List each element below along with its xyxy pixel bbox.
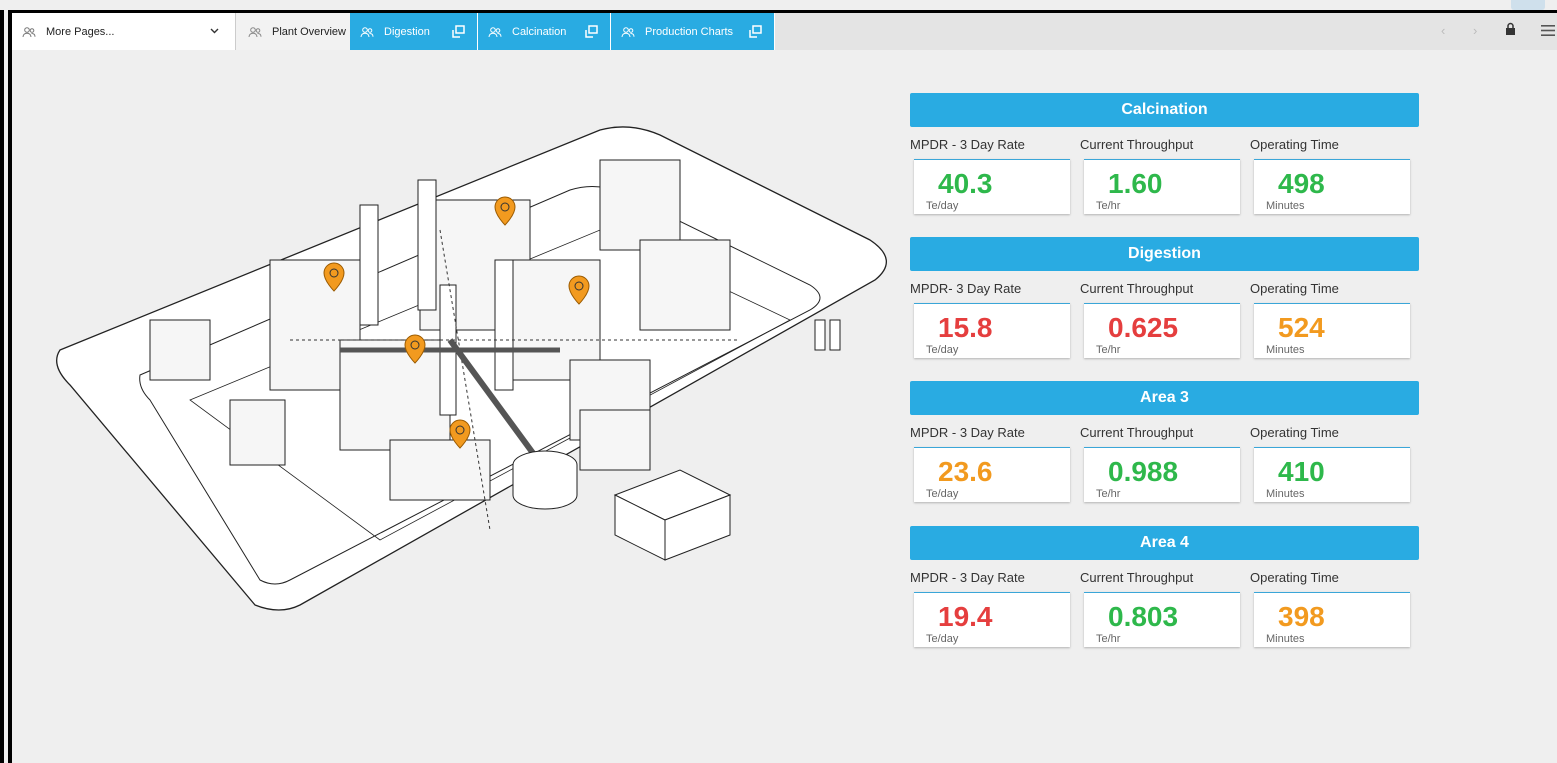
kpi-card: 410 Minutes: [1254, 447, 1410, 502]
kpi-value: 40.3: [938, 168, 993, 199]
kpi-unit: Te/day: [926, 633, 959, 645]
tab-plant-overview-label: Plant Overview: [272, 25, 346, 38]
popout-icon[interactable]: [585, 25, 598, 41]
tab-bar: More Pages... Plant Overview Digestion C…: [12, 13, 1557, 50]
kpi-current-throughput: Current Throughput 0.803 Te/hr: [1080, 560, 1242, 647]
kpi-unit: Minutes: [1266, 488, 1305, 500]
lock-icon[interactable]: [1505, 22, 1516, 39]
kpi-mpdr-rate: MPDR - 3 Day Rate 19.4 Te/day: [910, 560, 1072, 647]
panel-area-3: Area 3 MPDR - 3 Day Rate 23.6 Te/day Cur…: [910, 381, 1419, 525]
kpi-value: 410: [1278, 456, 1325, 487]
plant-overview-diagram: [56, 126, 887, 611]
kpi-card: 0.988 Te/hr: [1084, 447, 1240, 502]
kpi-value: 0.803: [1108, 601, 1179, 632]
kpi-unit: Minutes: [1266, 344, 1305, 356]
hamburger-menu-icon[interactable]: [1541, 24, 1555, 39]
kpi-label: MPDR- 3 Day Rate: [910, 281, 1022, 296]
kpi-card: 0.803 Te/hr: [1084, 592, 1240, 647]
users-icon: [621, 26, 635, 38]
kpi-mpdr-rate: MPDR - 3 Day Rate 23.6 Te/day: [910, 415, 1072, 502]
kpi-label: Operating Time: [1250, 425, 1339, 440]
kpi-operating-time: Operating Time 410 Minutes: [1250, 415, 1412, 502]
kpi-unit: Te/day: [926, 488, 959, 500]
tab-nav-controls: ‹ ›: [1437, 13, 1557, 50]
kpi-label: Operating Time: [1250, 570, 1339, 585]
kpi-label: MPDR - 3 Day Rate: [910, 137, 1025, 152]
kpi-value: 0.988: [1108, 456, 1179, 487]
kpi-label: MPDR - 3 Day Rate: [910, 425, 1025, 440]
kpi-label: Current Throughput: [1080, 281, 1194, 296]
panel-calcination: Calcination MPDR - 3 Day Rate 40.3 Te/da…: [910, 93, 1419, 237]
kpi-card: 23.6 Te/day: [914, 447, 1070, 502]
kpi-operating-time: Operating Time 498 Minutes: [1250, 127, 1412, 214]
kpi-card: 0.625 Te/hr: [1084, 303, 1240, 358]
kpi-card: 19.4 Te/day: [914, 592, 1070, 647]
kpi-current-throughput: Current Throughput 0.625 Te/hr: [1080, 271, 1242, 358]
panel-title: Digestion: [910, 237, 1419, 271]
kpi-card: 398 Minutes: [1254, 592, 1410, 647]
kpi-card: 1.60 Te/hr: [1084, 159, 1240, 214]
tab-production-charts[interactable]: Production Charts: [611, 13, 775, 50]
kpi-unit: Te/hr: [1096, 200, 1121, 212]
kpi-mpdr-rate: MPDR - 3 Day Rate 40.3 Te/day: [910, 127, 1072, 214]
scroll-left-arrow[interactable]: ‹: [1441, 23, 1445, 38]
tab-plant-overview[interactable]: Plant Overview: [236, 13, 350, 50]
more-pages-label: More Pages...: [46, 25, 115, 38]
kpi-current-throughput: Current Throughput 1.60 Te/hr: [1080, 127, 1242, 214]
kpi-value: 0.625: [1108, 312, 1179, 343]
kpi-card: 524 Minutes: [1254, 303, 1410, 358]
kpi-unit: Minutes: [1266, 633, 1305, 645]
kpi-unit: Te/hr: [1096, 344, 1121, 356]
more-pages-dropdown[interactable]: More Pages...: [12, 13, 236, 50]
kpi-operating-time: Operating Time 524 Minutes: [1250, 271, 1412, 358]
tab-calcination[interactable]: Calcination: [478, 13, 611, 50]
users-icon: [360, 26, 374, 38]
kpi-value: 498: [1278, 168, 1325, 199]
kpi-unit: Te/hr: [1096, 633, 1121, 645]
kpi-current-throughput: Current Throughput 0.988 Te/hr: [1080, 415, 1242, 502]
tab-production-charts-label: Production Charts: [645, 25, 734, 38]
chevron-down-icon: [210, 25, 219, 37]
users-icon: [22, 26, 36, 38]
kpi-card: 40.3 Te/day: [914, 159, 1070, 214]
tab-calcination-label: Calcination: [512, 25, 567, 38]
kpi-unit: Minutes: [1266, 200, 1305, 212]
kpi-mpdr-rate: MPDR- 3 Day Rate 15.8 Te/day: [910, 271, 1072, 358]
frame-left-border: [0, 10, 12, 763]
kpi-value: 524: [1278, 312, 1325, 343]
kpi-label: MPDR - 3 Day Rate: [910, 570, 1025, 585]
kpi-label: Current Throughput: [1080, 570, 1194, 585]
kpi-value: 19.4: [938, 601, 993, 632]
kpi-card: 498 Minutes: [1254, 159, 1410, 214]
users-icon: [488, 26, 502, 38]
kpi-label: Operating Time: [1250, 137, 1339, 152]
kpi-value: 15.8: [938, 312, 993, 343]
kpi-value: 1.60: [1108, 168, 1163, 199]
panel-area-4: Area 4 MPDR - 3 Day Rate 19.4 Te/day Cur…: [910, 526, 1419, 670]
tab-digestion[interactable]: Digestion: [350, 13, 478, 50]
kpi-value: 398: [1278, 601, 1325, 632]
kpi-unit: Te/day: [926, 344, 959, 356]
panel-digestion: Digestion MPDR- 3 Day Rate 15.8 Te/day C…: [910, 237, 1419, 381]
panel-title: Area 4: [910, 526, 1419, 560]
kpi-unit: Te/day: [926, 200, 959, 212]
kpi-value: 23.6: [938, 456, 993, 487]
kpi-operating-time: Operating Time 398 Minutes: [1250, 560, 1412, 647]
users-icon: [248, 26, 262, 38]
panel-title: Calcination: [910, 93, 1419, 127]
tab-digestion-label: Digestion: [384, 25, 430, 38]
kpi-label: Current Throughput: [1080, 425, 1194, 440]
scroll-right-arrow[interactable]: ›: [1473, 23, 1477, 38]
kpi-card: 15.8 Te/day: [914, 303, 1070, 358]
kpi-label: Operating Time: [1250, 281, 1339, 296]
popout-icon[interactable]: [452, 25, 465, 41]
window-corner-decoration: [1511, 0, 1545, 10]
popout-icon[interactable]: [749, 25, 762, 41]
kpi-unit: Te/hr: [1096, 488, 1121, 500]
panel-title: Area 3: [910, 381, 1419, 415]
kpi-label: Current Throughput: [1080, 137, 1194, 152]
